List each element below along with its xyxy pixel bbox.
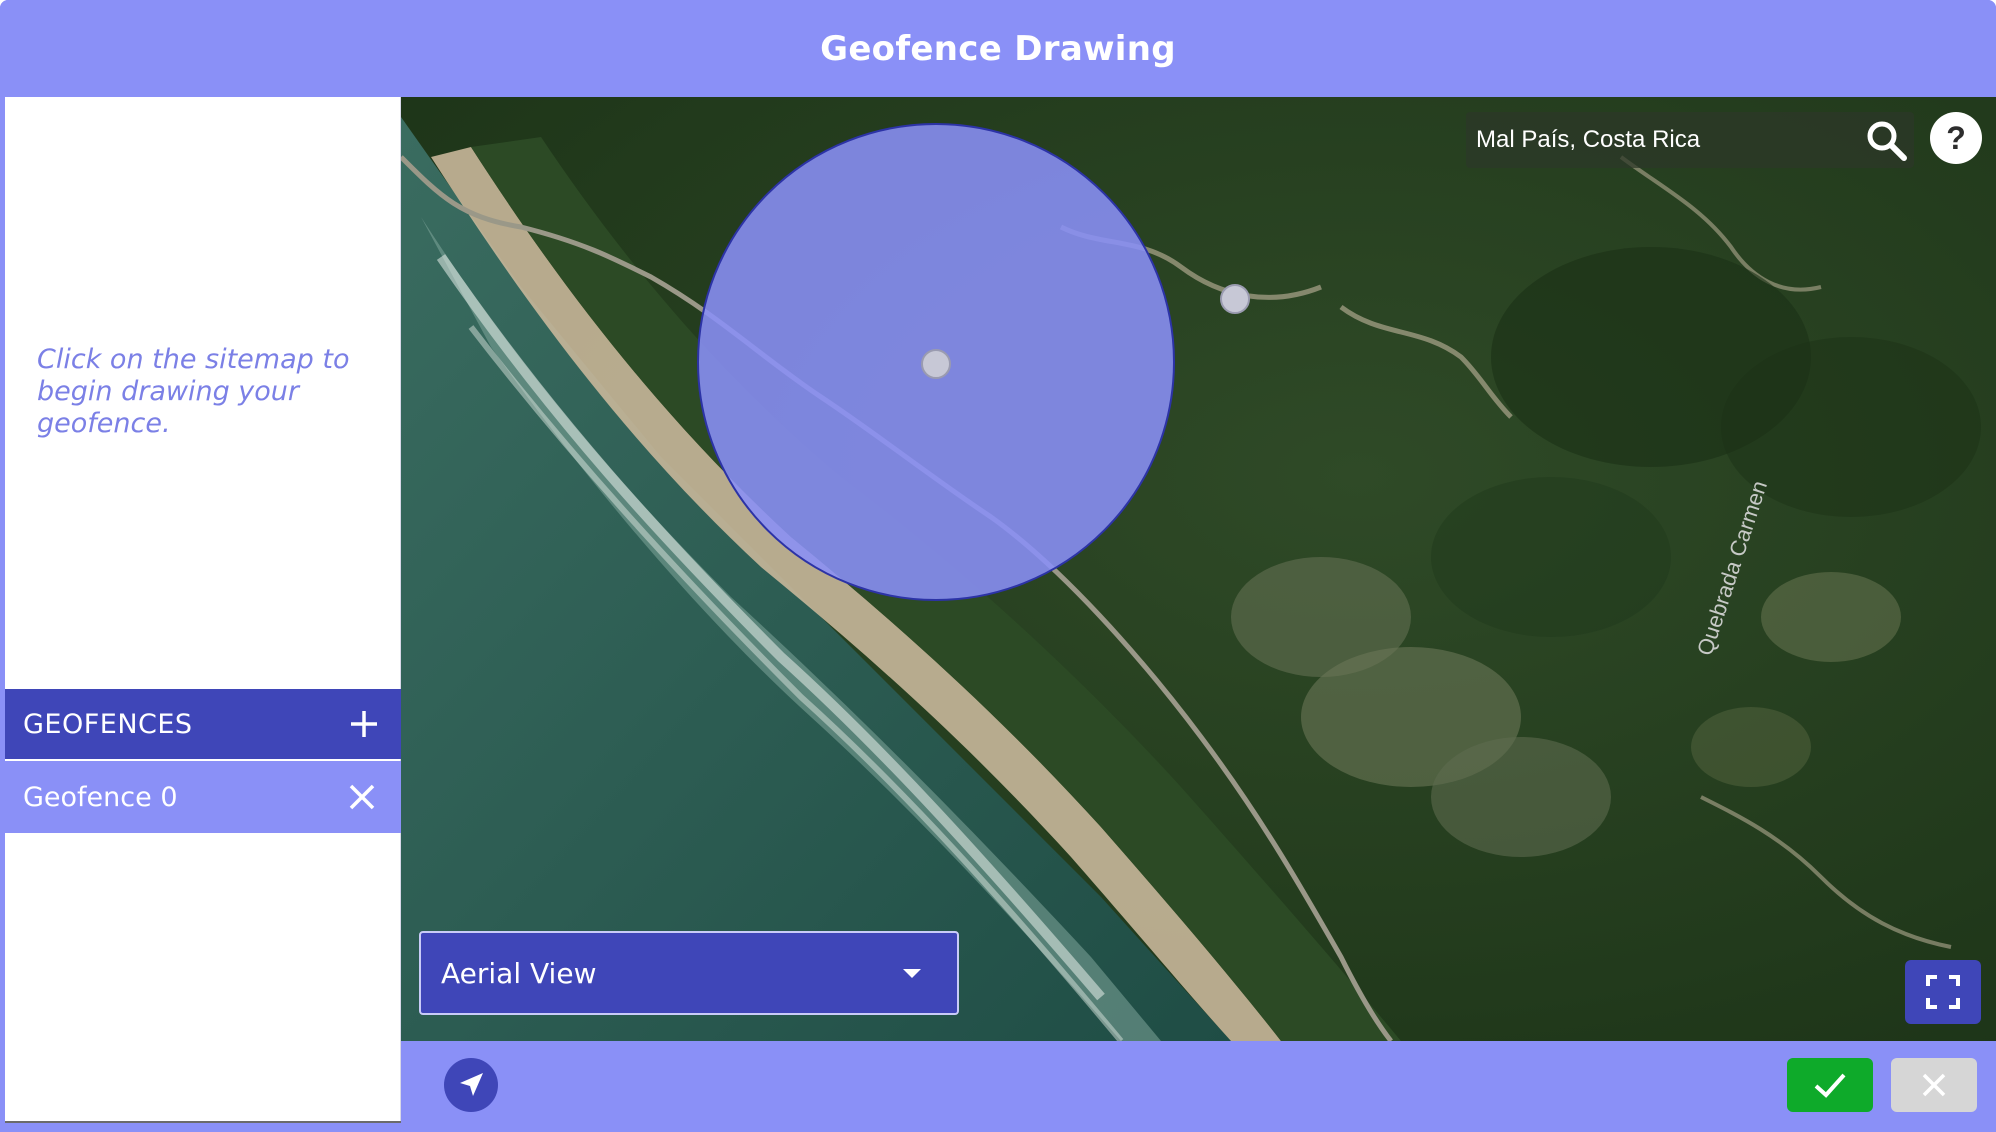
geofence-list-item[interactable]: Geofence 0 — [5, 761, 401, 833]
sidebar: Click on the sitemap to begin drawing yo… — [5, 97, 401, 1123]
map-canvas[interactable]: Quebrada Carmen — [401, 97, 1996, 1041]
location-search — [1466, 112, 1914, 168]
checkmark-icon — [1814, 1073, 1846, 1098]
help-button[interactable]: ? — [1930, 112, 1982, 164]
sidebar-bottom-border — [5, 1121, 401, 1123]
plus-icon[interactable] — [347, 707, 381, 741]
close-icon — [1922, 1073, 1946, 1097]
geofence-radius-handle[interactable] — [1220, 284, 1250, 314]
locate-button[interactable] — [444, 1058, 498, 1112]
geofences-header-label: GEOFENCES — [23, 708, 193, 740]
geofence-item-label: Geofence 0 — [23, 781, 178, 813]
map-view-selected: Aerial View — [441, 956, 597, 990]
chevron-down-icon — [903, 968, 921, 978]
bottom-toolbar — [401, 1041, 1996, 1132]
title-bar: Geofence Drawing — [0, 0, 1996, 97]
fullscreen-button[interactable] — [1905, 960, 1981, 1024]
aerial-map: Quebrada Carmen — [401, 97, 1996, 1041]
drawing-hint: Click on the sitemap to begin drawing yo… — [37, 344, 350, 439]
search-button[interactable] — [1858, 112, 1914, 168]
fullscreen-icon — [1926, 975, 1960, 1009]
map-view-select[interactable]: Aerial View — [419, 931, 959, 1015]
cancel-button[interactable] — [1891, 1058, 1977, 1112]
geofence-center-handle[interactable] — [921, 349, 951, 379]
location-arrow-icon — [460, 1073, 483, 1096]
search-input[interactable] — [1466, 112, 1858, 168]
geofences-header: GEOFENCES — [5, 689, 401, 759]
geofence-dialog: Geofence Drawing Click on the sitemap to… — [0, 0, 1996, 1132]
page-title: Geofence Drawing — [820, 28, 1176, 69]
close-icon[interactable] — [345, 780, 379, 814]
search-icon — [1867, 121, 1907, 161]
confirm-button[interactable] — [1787, 1058, 1873, 1112]
